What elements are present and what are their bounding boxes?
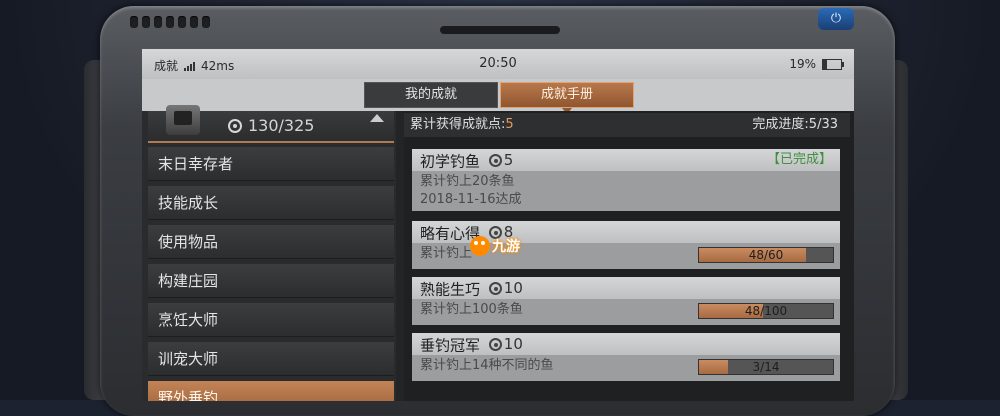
- achievement-list: 累计获得成就点:5 完成进度:5/33 初学钓鱼 5 【已完成】 累计钓上20条…: [404, 111, 854, 401]
- medal-icon: [228, 118, 242, 133]
- achievement-date: 2018-11-16达成: [420, 192, 522, 207]
- category-item[interactable]: 训宠大师: [148, 342, 394, 376]
- watermark-logo: 九游: [470, 236, 520, 256]
- achievement-name: 熟能生巧: [420, 280, 481, 299]
- status-battery: 19%: [789, 57, 816, 71]
- status-time: 20:50: [479, 56, 517, 71]
- watermark-text: 九游: [492, 239, 520, 255]
- category-item-active[interactable]: 野外垂钓: [148, 381, 394, 401]
- collapse-arrow-icon[interactable]: [370, 114, 384, 122]
- achievement-status: 【已完成】: [766, 152, 832, 167]
- tab-my-achievements[interactable]: 我的成就: [364, 82, 498, 108]
- progress-label: 3/14: [752, 360, 780, 374]
- tab-achievement-handbook[interactable]: 成就手册: [500, 82, 634, 114]
- profile-summary: 130/325: [148, 105, 394, 143]
- battery-icon: [822, 58, 844, 70]
- medal-icon: [488, 337, 502, 351]
- status-bar: 成就 42ms 20:50 19%: [142, 49, 854, 79]
- medal-icon: [488, 281, 502, 295]
- profile-points: 130/325: [248, 116, 315, 135]
- mascot-icon: [470, 236, 490, 256]
- summary-progress: 完成进度:5/33: [752, 117, 838, 132]
- progress-bar: 48/100: [698, 303, 834, 319]
- achievement-reward: 5: [503, 151, 514, 169]
- avatar-badge: [166, 105, 200, 135]
- tab-bar: 我的成就 成就手册: [142, 79, 854, 114]
- achievement-summary: 累计获得成就点:5 完成进度:5/33: [404, 113, 850, 137]
- progress-bar: 48/60: [698, 247, 834, 263]
- achievement-reward: 10: [503, 335, 523, 353]
- device-top-slot: [440, 26, 560, 34]
- category-item[interactable]: 使用物品: [148, 225, 394, 259]
- category-item[interactable]: 技能成长: [148, 186, 394, 220]
- medal-icon: [488, 153, 502, 167]
- category-item[interactable]: 烹饪大师: [148, 303, 394, 337]
- achievement-name: 初学钓鱼: [420, 152, 481, 171]
- progress-label: 48/60: [748, 248, 784, 262]
- achievement-name: 垂钓冠军: [420, 336, 481, 355]
- category-item[interactable]: 末日幸存者: [148, 147, 394, 181]
- achievement-card[interactable]: 初学钓鱼 5 【已完成】 累计钓上20条鱼 2018-11-16达成: [412, 149, 840, 211]
- power-icon: ⏻: [830, 11, 842, 26]
- achievement-card[interactable]: 垂钓冠军 10 累计钓上14种不同的鱼 3/14: [412, 333, 840, 381]
- summary-points: 5: [505, 117, 514, 132]
- device-screen: 成就 42ms 20:50 19% 我的成就 成就手册 130/325 末日幸存…: [142, 48, 854, 401]
- speaker-grill: [130, 16, 210, 28]
- category-item[interactable]: 构建庄园: [148, 264, 394, 298]
- achievement-desc: 累计钓上20条鱼: [420, 174, 515, 189]
- summary-label: 累计获得成就点:: [410, 117, 506, 132]
- progress-label: 48/100: [744, 304, 788, 318]
- category-sidebar: 130/325 末日幸存者 技能成长 使用物品 构建庄园 烹饪大师 训宠大师 野…: [142, 105, 396, 401]
- achievement-reward: 10: [503, 279, 523, 297]
- power-button[interactable]: ⏻: [818, 8, 854, 30]
- progress-bar: 3/14: [698, 359, 834, 375]
- achievement-card[interactable]: 熟能生巧 10 累计钓上100条鱼 48/100: [412, 277, 840, 325]
